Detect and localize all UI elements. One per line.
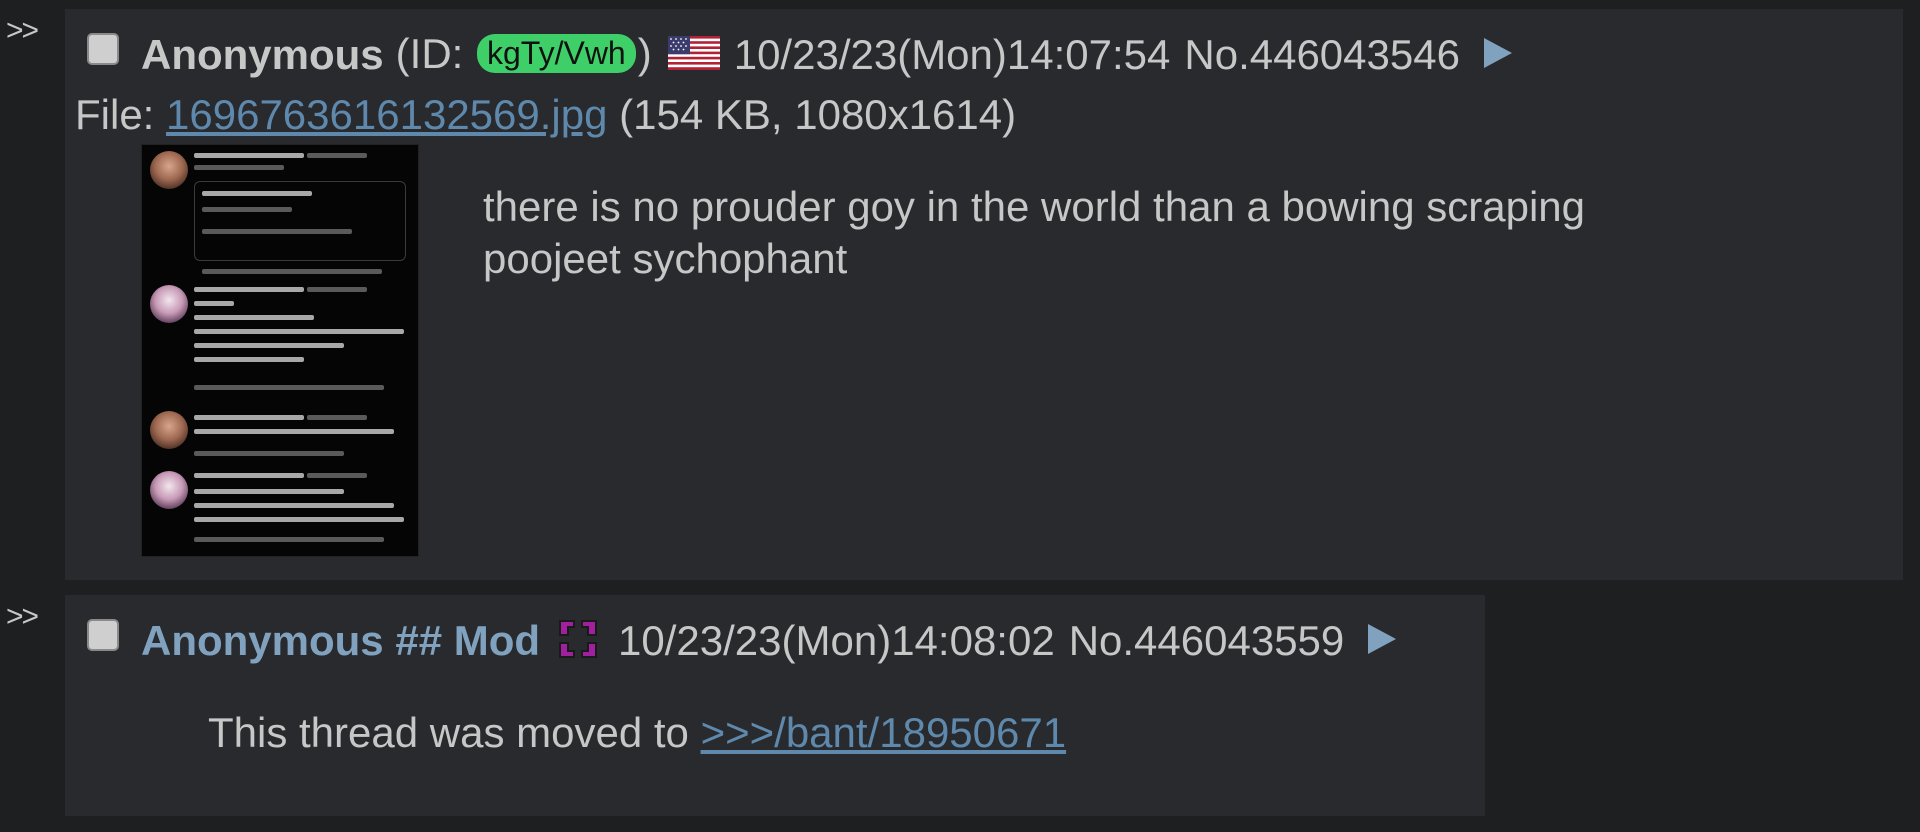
thumb-text-line xyxy=(307,153,367,158)
thumb-text-line xyxy=(194,357,304,362)
poster-id-suffix: ) xyxy=(637,30,652,77)
file-thumbnail[interactable] xyxy=(141,144,419,557)
thumb-text-line xyxy=(202,229,352,234)
post-message: there is no prouder goy in the world tha… xyxy=(483,181,1783,285)
poster-id: (ID: kgTy/Vwh) xyxy=(396,33,652,76)
post-menu-arrow-icon[interactable] xyxy=(1483,37,1512,68)
reply-post: Anonymous ## Mod 10/23/23(Mon)14:08:02 N… xyxy=(65,595,1485,816)
thumb-text-line xyxy=(194,165,284,170)
thumb-text-line xyxy=(194,517,404,522)
thumb-text-line xyxy=(202,269,382,274)
us-flag-icon xyxy=(667,35,720,70)
post-datetime: 10/23/23(Mon)14:07:54 xyxy=(733,30,1171,78)
thumb-avatar xyxy=(150,151,188,189)
file-meta: (154 KB, 1080x1614) xyxy=(607,91,1017,138)
thumb-text-line xyxy=(202,191,312,196)
post-select-checkbox[interactable] xyxy=(87,619,119,651)
board-crosslink[interactable]: >>>/bant/18950671 xyxy=(701,709,1067,756)
reply-post: Anonymous (ID: kgTy/Vwh) 10/23/23(Mon)14… xyxy=(65,9,1903,580)
thumb-text-line xyxy=(307,287,367,292)
side-arrows: >> xyxy=(6,14,39,47)
thumb-text-line xyxy=(194,301,234,306)
post-datetime: 10/23/23(Mon)14:08:02 xyxy=(618,617,1055,664)
post-select-checkbox[interactable] xyxy=(87,32,119,65)
thumb-text-line xyxy=(307,415,367,420)
file-label: File: xyxy=(75,91,167,138)
poster-name: Anonymous xyxy=(141,30,384,78)
poster-id-badge[interactable]: kgTy/Vwh xyxy=(477,34,636,74)
file-info: File: 1696763616132569.jpg (154 KB, 1080… xyxy=(75,91,1016,139)
thumb-text-line xyxy=(194,473,304,478)
thumb-text-line xyxy=(202,207,292,212)
post-header: Anonymous (ID: kgTy/Vwh) 10/23/23(Mon)14… xyxy=(87,33,1512,76)
thumb-avatar xyxy=(150,471,188,509)
post-header: Anonymous ## Mod 10/23/23(Mon)14:08:02 N… xyxy=(87,617,1397,664)
thumb-text-line xyxy=(194,329,404,334)
thumb-text-line xyxy=(194,429,394,434)
post-message-text: This thread was moved to xyxy=(208,709,701,756)
poster-name: Anonymous ## Mod xyxy=(141,617,541,664)
thumb-text-line xyxy=(194,415,304,420)
thumb-text-line xyxy=(194,503,394,508)
post-message-line: poojeet sychophant xyxy=(483,235,848,282)
thumb-text-line xyxy=(194,385,384,390)
thumb-text-line xyxy=(194,343,344,348)
thumb-text-line xyxy=(194,287,304,292)
poster-id-prefix: (ID: xyxy=(395,30,475,77)
thumb-avatar xyxy=(150,285,188,323)
post-message: This thread was moved to >>>/bant/189506… xyxy=(208,707,1066,759)
thumb-text-line xyxy=(194,315,314,320)
side-arrows: >> xyxy=(6,600,39,633)
thumb-text-line xyxy=(194,537,384,542)
file-link[interactable]: 1696763616132569.jpg xyxy=(166,91,607,138)
thumb-avatar xyxy=(150,411,188,449)
thumb-text-line xyxy=(194,153,304,158)
thumb-text-line xyxy=(194,451,344,456)
mod-capcode-icon xyxy=(559,620,598,658)
thread: >> Anonymous (ID: kgTy/Vwh) 10/23/23(Mon… xyxy=(0,0,1920,832)
post-number-link[interactable]: No.446043559 xyxy=(1069,620,1345,662)
post-message-line: there is no prouder goy in the world tha… xyxy=(483,183,1586,230)
post-menu-arrow-icon[interactable] xyxy=(1368,624,1397,654)
thumb-text-line xyxy=(194,489,344,494)
post-number-link[interactable]: No.446043546 xyxy=(1184,33,1460,76)
thumb-text-line xyxy=(307,473,367,478)
